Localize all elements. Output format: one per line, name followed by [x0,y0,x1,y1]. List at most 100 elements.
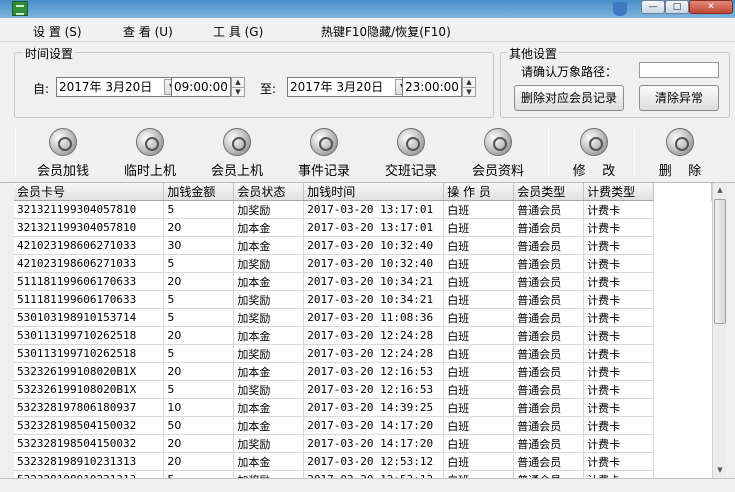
table-row[interactable]: 532328198504150032 20 加奖励 2017-03-20 14:17:… [14,434,712,453]
menu-view[interactable]: 查 看 (U) [123,23,173,40]
table-cell: 白班 [443,416,515,435]
table-row[interactable]: 5323281989102313135加奖励2017-03-20 12:53:1… [14,470,712,478]
table-cell: 2017-03-20 12:53:12 [303,452,445,471]
menu-hotkey[interactable]: 热键F10隐藏/恢复(F10) [321,23,451,40]
table-row[interactable]: 532328198910231313 20 加本金 2017-03-20 12:53:… [14,452,712,471]
from-date-value: 2017年 3月20日 [59,80,153,94]
table-cell: 普通会员 [513,380,585,399]
member-login-label: 会员上机 [210,164,263,179]
table-header-row: 会员卡号 加钱金额 会员状态 加钱时间操 作 员会员类型 计费类型 [14,183,712,201]
table-row[interactable]: 532326199108020B1X 20 加本金 2017-03-20 12:16:… [14,362,712,381]
table-cell: 加奖励 [233,308,305,327]
column-header[interactable]: 操 作 员 [443,183,515,201]
to-date-picker[interactable]: 2017年 3月20日 ▼ [287,77,413,97]
close-button[interactable]: ✕ [689,0,733,14]
menu-tools[interactable]: 工 具 (G) [213,23,263,40]
table-cell: 加本金 [233,236,305,255]
table-row[interactable]: 511181199606170633 20 加本金 2017-03-20 10:34:… [14,272,712,291]
app-logo-icon [12,1,28,16]
table-cell: 计费卡 [583,290,655,309]
row-filler [654,345,712,363]
delete-button[interactable]: 删 除 [648,128,712,180]
scrollbar-thumb[interactable] [714,199,726,324]
menu-bar: 设 置 (S) 查 看 (U) 工 具 (G) 热键F10隐藏/恢复(F10) [0,18,735,42]
table-cell: 2017-03-20 10:34:21 [303,272,445,291]
row-filler [654,417,712,435]
scroll-up-icon[interactable]: ▲ [713,183,727,198]
column-header[interactable]: 加钱金额 [163,183,235,201]
to-time-input[interactable]: 23:00:00 [402,77,462,97]
delete-member-records-button[interactable]: 删除对应会员记录 [514,85,624,111]
table-row[interactable]: 530113199710262518 20 加本金 2017-03-20 12:24:… [14,326,712,345]
add-money-button[interactable]: 会员加钱 [28,128,98,180]
table-cell: 加奖励 [233,254,305,273]
member-profile-button[interactable]: 会员资料 [463,128,533,180]
table-row[interactable]: 321321199304057810 5 加奖励 2017-03-20 13:17:0… [14,200,712,219]
member-login-button[interactable]: 会员上机 [202,128,272,180]
from-date-picker[interactable]: 2017年 3月20日 ▼ [56,77,182,97]
table-cell: 白班 [443,470,515,478]
to-date-value: 2017年 3月20日 [290,80,384,94]
path-input[interactable] [639,62,719,78]
tray-cup-icon[interactable] [613,2,627,16]
row-filler [654,453,712,471]
table-cell: 计费卡 [583,272,655,291]
column-header[interactable]: 会员卡号 [14,183,165,201]
event-log-button[interactable]: 事件记录 [289,128,359,180]
column-header[interactable]: 会员状态 [233,183,305,201]
from-time-spinner[interactable]: ▲ ▼ [231,77,245,97]
computer-icon [223,128,251,156]
table-cell: 加本金 [233,398,305,417]
table-cell: 532328198910231313 [14,470,165,478]
table-row[interactable]: 530113199710262518 5 加奖励 2017-03-20 12:24:2… [14,344,712,363]
vertical-scrollbar[interactable]: ▲ ▼ [712,183,727,478]
table-row[interactable]: 321321199304057810 20 加本金 2017-03-20 13:17:… [14,218,712,237]
table-row[interactable]: 421023198606271033 30 加本金 2017-03-20 10:32:… [14,236,712,255]
records-table[interactable]: 会员卡号 加钱金额 会员状态 加钱时间操 作 员会员类型 计费类型 3213211993… [14,183,712,478]
table-row[interactable]: 532328198504150032 50 加本金 2017-03-20 14:17:… [14,416,712,435]
table-cell: 5 [163,308,235,327]
from-time-input[interactable]: 09:00:00 [171,77,231,97]
table-cell: 加奖励 [233,290,305,309]
table-cell: 计费卡 [583,200,655,219]
table-cell: 530103198910153714 [14,308,165,327]
row-filler [654,219,712,237]
table-row[interactable]: 530103198910153714 5 加奖励 2017-03-20 11:08:3… [14,308,712,327]
column-header[interactable]: 计费类型 [583,183,655,201]
table-cell: 511181199606170633 [14,290,165,309]
time-settings-title: 时间设置 [23,45,76,62]
clear-errors-button[interactable]: 清除异常 [639,85,719,111]
maximize-button[interactable]: □ [665,0,689,14]
menu-settings[interactable]: 设 置 (S) [33,23,82,40]
table-row[interactable]: 532326199108020B1X 5 加奖励 2017-03-20 12:16:5… [14,380,712,399]
table-row[interactable]: 532328197806180937 10 加本金 2017-03-20 14:39:… [14,398,712,417]
table-cell: 2017-03-20 12:24:28 [303,326,445,345]
to-time-spinner[interactable]: ▲ ▼ [462,77,476,97]
table-cell: 50 [163,416,235,435]
row-filler [654,399,712,417]
table-cell: 2017-03-20 10:34:21 [303,290,445,309]
table-cell: 2017-03-20 14:17:20 [303,434,445,453]
row-filler [654,237,712,255]
table-cell: 2017-03-20 14:39:25 [303,398,445,417]
table-row[interactable]: 421023198606271033 5 加奖励 2017-03-20 10:32:4… [14,254,712,273]
edit-button[interactable]: 修 改 [562,128,626,180]
temp-login-button[interactable]: 临时上机 [115,128,185,180]
minimize-button[interactable]: — [641,0,665,14]
table-cell: 加本金 [233,416,305,435]
shift-log-button[interactable]: 交班记录 [376,128,446,180]
table-row[interactable]: 511181199606170633 5 加奖励 2017-03-20 10:34:2… [14,290,712,309]
table-cell: 普通会员 [513,344,585,363]
column-header[interactable]: 会员类型 [513,183,585,201]
row-filler [654,363,712,381]
table-cell: 530113199710262518 [14,326,165,345]
shift-log-label: 交班记录 [384,164,437,179]
toolbar-separator [15,128,16,176]
to-label: 至: [260,82,277,96]
coin-icon [49,128,77,156]
table-cell: 加奖励 [233,470,305,478]
column-header[interactable]: 加钱时间 [303,183,445,201]
status-bar [0,478,735,492]
scroll-down-icon[interactable]: ▼ [713,463,727,478]
table-cell: 加奖励 [233,434,305,453]
